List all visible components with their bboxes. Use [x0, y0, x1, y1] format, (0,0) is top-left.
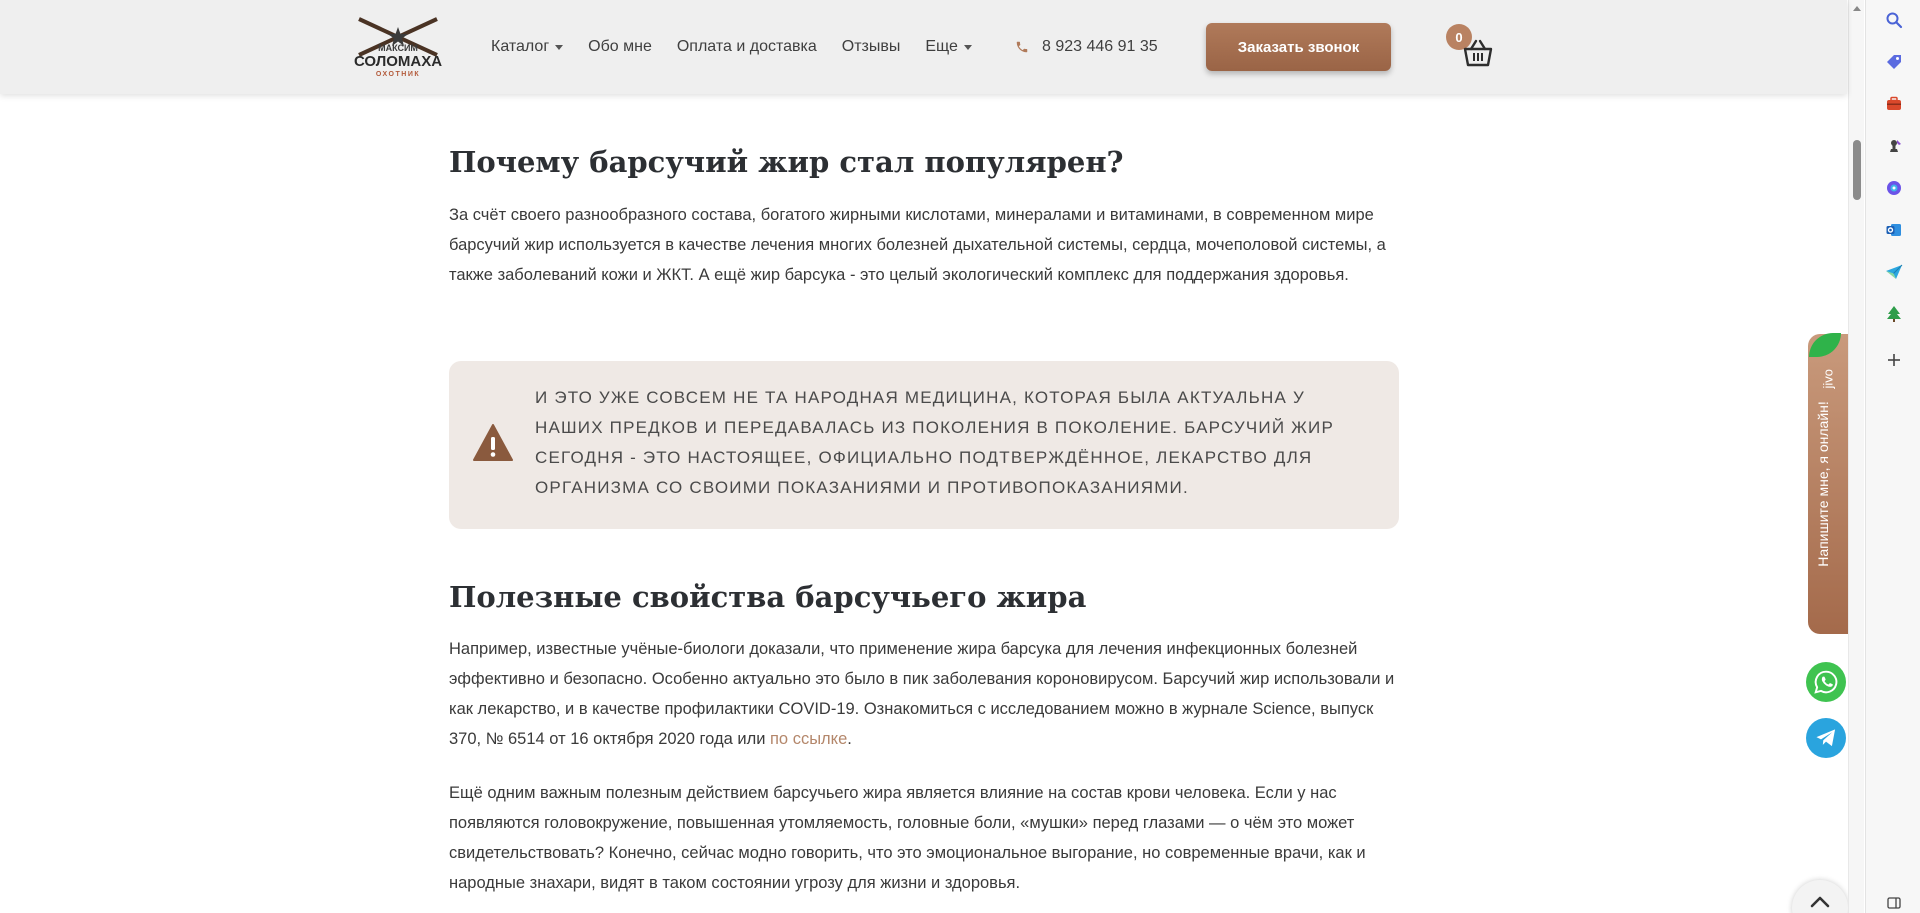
chat-widget-label: Напишите мне, я онлайн!	[1815, 401, 1831, 567]
main-nav: Каталог Обо мне Оплата и доставка Отзывы…	[491, 38, 997, 56]
nav-label: Оплата и доставка	[676, 38, 817, 55]
caret-down-icon	[555, 44, 564, 50]
section-heading-popularity: Почему барсучий жир стал популярен?	[449, 145, 1124, 179]
section-heading-benefits: Полезные свойства барсучьего жира	[449, 580, 1087, 614]
search-icon[interactable]	[1884, 10, 1904, 30]
study-link[interactable]: по ссылке	[770, 730, 847, 748]
chess-icon[interactable]	[1884, 136, 1904, 156]
browser-side-panel	[1865, 0, 1920, 913]
nav-item-payment-delivery[interactable]: Оплата и доставка	[677, 38, 817, 56]
phone-number: 8 923 446 91 35	[1042, 38, 1158, 55]
page-scrollbar[interactable]	[1848, 0, 1864, 913]
paragraph-benefits-end: .	[847, 730, 852, 748]
site-logo[interactable]: МАКСИМ СОЛОМАХА ОХОТНИК	[353, 13, 443, 79]
caret-down-icon	[963, 44, 972, 50]
notice-block: И это уже совсем не та народная медицина…	[449, 361, 1399, 529]
whatsapp-icon	[1814, 670, 1838, 694]
logo-line1: МАКСИМ	[378, 43, 418, 53]
notice-text: И это уже совсем не та народная медицина…	[535, 388, 1335, 497]
send-icon[interactable]	[1884, 262, 1904, 282]
telegram-button[interactable]	[1806, 718, 1846, 758]
paragraph-blood: Ещё одним важным полезным действием барс…	[449, 784, 1366, 892]
plus-icon[interactable]	[1884, 350, 1904, 370]
warning-icon	[473, 424, 513, 461]
nav-item-about[interactable]: Обо мне	[588, 38, 652, 56]
outlook-icon[interactable]	[1884, 220, 1904, 240]
logo-line2: СОЛОМАХА	[354, 53, 442, 70]
nav-item-reviews[interactable]: Отзывы	[842, 38, 901, 56]
scroll-to-top-button[interactable]	[1792, 880, 1848, 913]
paragraph-benefits: Например, известные учёные-биологи доказ…	[449, 634, 1401, 754]
site-header: МАКСИМ СОЛОМАХА ОХОТНИК Каталог Обо мне …	[0, 0, 1847, 94]
logo-line3: ОХОТНИК	[376, 71, 420, 78]
order-call-button[interactable]: Заказать звонок	[1206, 23, 1391, 71]
nav-label: Еще	[925, 38, 958, 55]
basket-icon	[1463, 39, 1493, 67]
phone-link[interactable]: 8 923 446 91 35	[1015, 38, 1158, 56]
crossed-rifles-logo-icon: МАКСИМ СОЛОМАХА ОХОТНИК	[354, 17, 442, 78]
tree-icon[interactable]	[1884, 304, 1904, 324]
scroll-up-arrow-icon[interactable]	[1853, 6, 1861, 11]
paragraph-benefits-text: Например, известные учёные-биологи доказ…	[449, 640, 1395, 748]
chevron-up-icon	[1810, 896, 1830, 908]
nav-label: Отзывы	[841, 38, 901, 55]
nav-item-more[interactable]: Еще	[925, 38, 972, 56]
telegram-icon	[1816, 729, 1836, 747]
paragraph-popularity: За счёт своего разнообразного состава, б…	[449, 206, 1386, 284]
nav-label: Каталог	[491, 38, 550, 55]
nav-item-catalog[interactable]: Каталог	[491, 38, 564, 56]
scrollbar-thumb[interactable]	[1853, 140, 1861, 200]
sidebar-toggle-icon[interactable]	[1884, 893, 1904, 913]
tag-icon[interactable]	[1884, 52, 1904, 72]
whatsapp-button[interactable]	[1806, 662, 1846, 702]
nav-label: Обо мне	[588, 38, 652, 55]
phone-icon	[1016, 41, 1028, 53]
briefcase-icon[interactable]	[1884, 94, 1904, 114]
cart-button[interactable]: 0	[1446, 24, 1496, 72]
copilot-icon[interactable]	[1884, 178, 1904, 198]
